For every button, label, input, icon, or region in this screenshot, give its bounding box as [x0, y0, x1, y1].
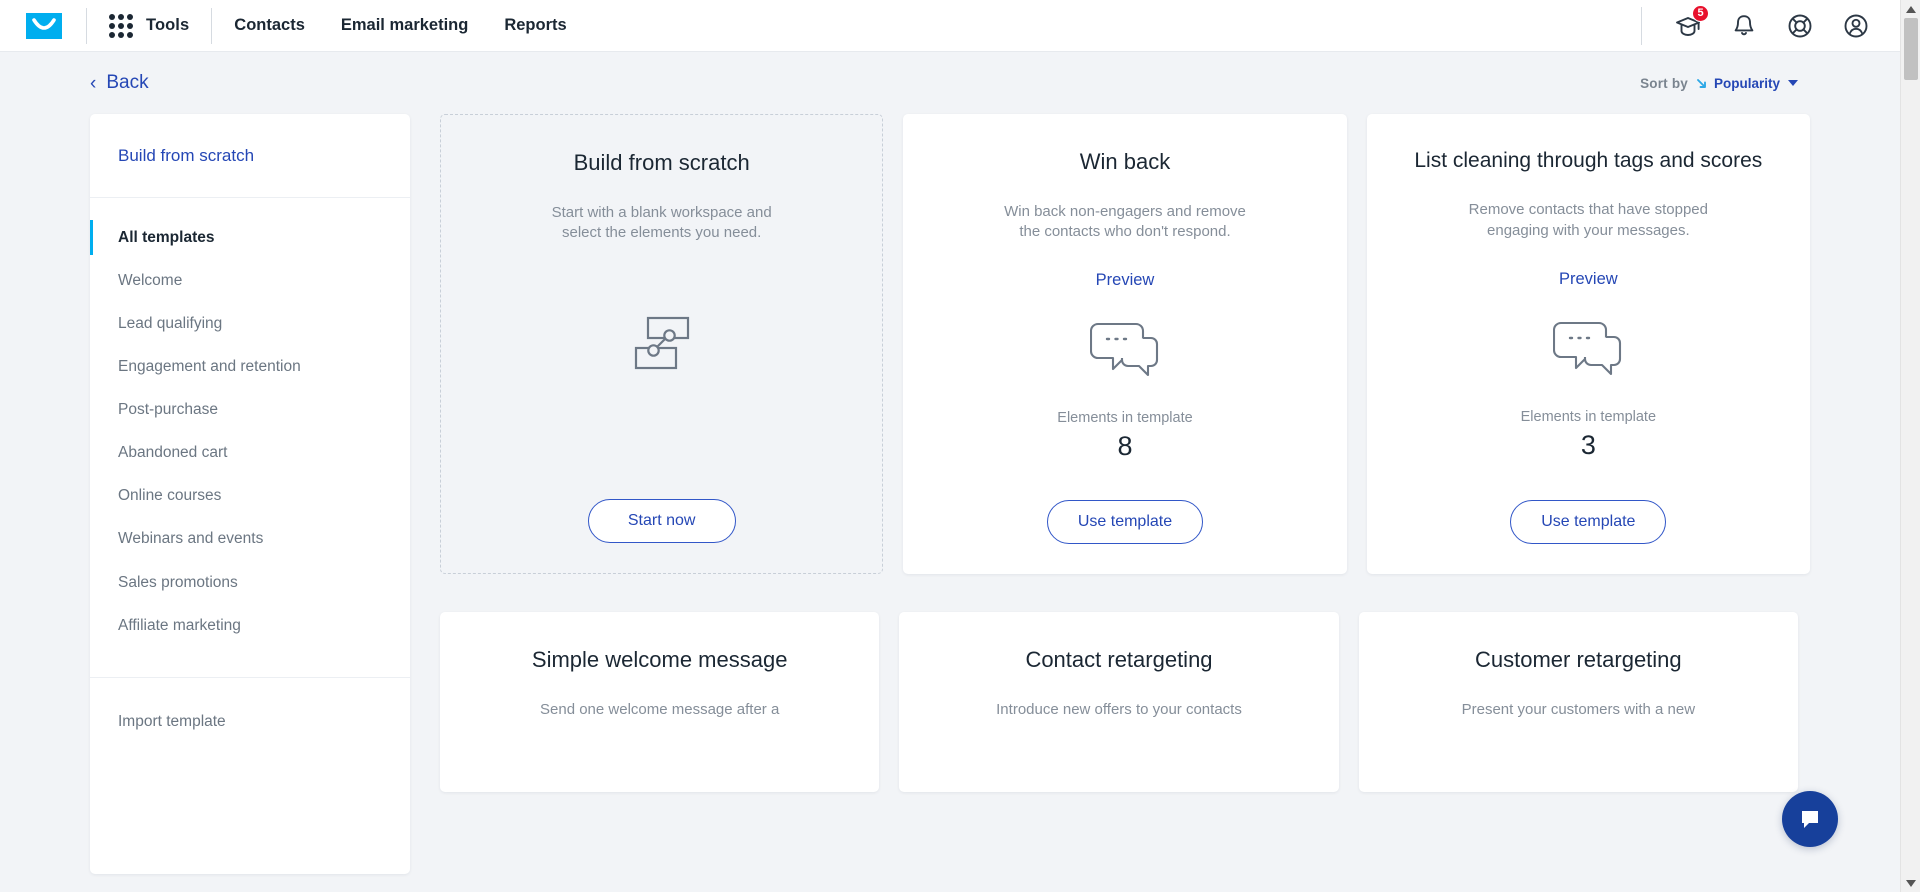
nav-link-reports[interactable]: Reports — [504, 16, 566, 35]
card-title: Customer retargeting — [1475, 647, 1682, 672]
template-card-win-back[interactable]: Win back Win back non-engagers and remov… — [903, 114, 1347, 574]
nav-divider-3 — [1641, 6, 1642, 45]
user-account-icon[interactable] — [1840, 10, 1872, 42]
sidebar-item-engagement-and-retention[interactable]: Engagement and retention — [90, 345, 410, 388]
sidebar-build-from-scratch-link[interactable]: Build from scratch — [118, 146, 254, 165]
sidebar-item-label: Webinars and events — [118, 530, 264, 548]
template-card-simple-welcome-message[interactable]: Simple welcome message Send one welcome … — [440, 612, 880, 792]
sidebar-item-label: Post-purchase — [118, 401, 218, 419]
sidebar-item-label: Lead qualifying — [118, 314, 223, 332]
preview-link[interactable]: Preview — [1559, 270, 1618, 289]
envelope-logo-icon[interactable] — [24, 12, 64, 40]
template-card-build-from-scratch[interactable]: Build from scratch Start with a blank wo… — [440, 114, 884, 574]
card-description: Send one welcome message after a — [540, 700, 780, 718]
sidebar-item-label: Abandoned cart — [118, 444, 228, 462]
sidebar-item-label: All templates — [118, 228, 215, 246]
sidebar-item-welcome[interactable]: Welcome — [90, 259, 410, 302]
template-card-grid: Build from scratch Start with a blank wo… — [440, 114, 1810, 574]
lifebuoy-help-icon[interactable] — [1784, 10, 1816, 42]
sort-by-dropdown[interactable]: Popularity — [1695, 76, 1798, 91]
use-template-button[interactable]: Use template — [1046, 500, 1204, 544]
scrollbar-thumb[interactable] — [1904, 18, 1918, 80]
scroll-up-arrow-icon[interactable] — [1901, 0, 1920, 18]
page-header-row: ‹ Back Sort by Popularity — [0, 52, 1900, 114]
template-card-customer-retargeting[interactable]: Customer retargeting Present your custom… — [1358, 612, 1798, 792]
elements-in-template-count: 3 — [1580, 429, 1596, 460]
sidebar-item-label: Online courses — [118, 487, 222, 505]
sidebar-item-label: Welcome — [118, 271, 183, 289]
graduation-cap-icon[interactable]: 5 — [1672, 4, 1709, 42]
sidebar-item-label: Sales promotions — [118, 573, 238, 591]
card-title: List cleaning through tags and scores — [1414, 149, 1763, 172]
card-description: Remove contacts that have stopped engagi… — [1468, 201, 1708, 239]
sort-by-value: Popularity — [1713, 75, 1780, 91]
template-card-grid-row2-wrapper: Simple welcome message Send one welcome … — [90, 592, 1798, 792]
elements-in-template-count: 8 — [1117, 430, 1133, 461]
workflow-diagram-icon — [625, 304, 699, 378]
preview-link[interactable]: Preview — [1096, 271, 1155, 290]
sidebar-item-label: Engagement and retention — [118, 357, 301, 375]
sidebar-item-lead-qualifying[interactable]: Lead qualifying — [90, 302, 410, 345]
card-title: Contact retargeting — [1025, 647, 1213, 672]
card-description: Present your customers with a new — [1461, 700, 1696, 718]
back-button[interactable]: ‹ Back — [90, 72, 149, 94]
back-label: Back — [106, 72, 149, 93]
template-card-list-cleaning[interactable]: List cleaning through tags and scores Re… — [1366, 114, 1810, 574]
nav-link-contacts[interactable]: Contacts — [234, 16, 305, 35]
chat-launcher-button[interactable] — [1782, 791, 1838, 847]
card-description: Win back non-engagers and remove the con… — [1004, 202, 1246, 241]
card-title: Simple welcome message — [531, 647, 788, 672]
template-card-grid-row2: Simple welcome message Send one welcome … — [440, 612, 1798, 792]
apps-grid-icon — [109, 13, 133, 38]
tools-menu-button[interactable]: Tools — [109, 13, 190, 38]
chat-bubble-icon — [1802, 811, 1818, 828]
main-nav-links: Contacts Email marketing Reports — [234, 16, 566, 35]
chevron-left-icon: ‹ — [90, 72, 97, 94]
top-navigation-bar: Tools Contacts Email marketing Reports 5 — [0, 0, 1900, 52]
nav-right-icons: 5 — [1641, 4, 1900, 45]
use-template-button[interactable]: Use template — [1510, 500, 1667, 544]
template-card-contact-retargeting[interactable]: Contact retargeting Introduce new offers… — [899, 612, 1339, 792]
start-now-button[interactable]: Start now — [587, 499, 736, 543]
elements-in-template-label: Elements in template — [1520, 408, 1657, 425]
sort-arrow-icon — [1697, 78, 1706, 88]
sidebar-item-all-templates[interactable]: All templates — [90, 216, 410, 259]
nav-link-email-marketing[interactable]: Email marketing — [341, 16, 468, 35]
tools-label: Tools — [146, 16, 190, 34]
notification-badge-count: 5 — [1692, 4, 1709, 22]
chat-bubbles-icon — [1553, 311, 1623, 385]
chat-bubbles-icon — [1089, 312, 1160, 386]
sidebar-item-webinars-and-events[interactable]: Webinars and events — [90, 518, 410, 561]
nav-divider-2 — [211, 7, 213, 44]
page-scrollbar[interactable] — [1900, 0, 1920, 892]
chevron-down-icon — [1788, 80, 1798, 86]
sort-by-label: Sort by — [1640, 75, 1688, 91]
card-description: Introduce new offers to your contacts — [996, 700, 1242, 718]
bell-icon[interactable] — [1728, 10, 1760, 42]
card-title: Build from scratch — [573, 150, 750, 175]
sidebar-item-abandoned-cart[interactable]: Abandoned cart — [90, 432, 410, 475]
elements-in-template-label: Elements in template — [1057, 409, 1193, 426]
card-title: Win back — [1079, 149, 1171, 174]
sidebar-item-post-purchase[interactable]: Post-purchase — [90, 389, 410, 432]
card-description: Start with a blank workspace and select … — [551, 203, 772, 242]
sort-by-control: Sort by Popularity — [1640, 76, 1798, 91]
scroll-down-arrow-icon[interactable] — [1901, 874, 1920, 892]
sidebar-item-online-courses[interactable]: Online courses — [90, 475, 410, 518]
nav-divider-1 — [86, 7, 87, 44]
page-body: ‹ Back Sort by Popularity Build from scr… — [0, 52, 1900, 892]
sidebar-header: Build from scratch — [90, 114, 410, 198]
